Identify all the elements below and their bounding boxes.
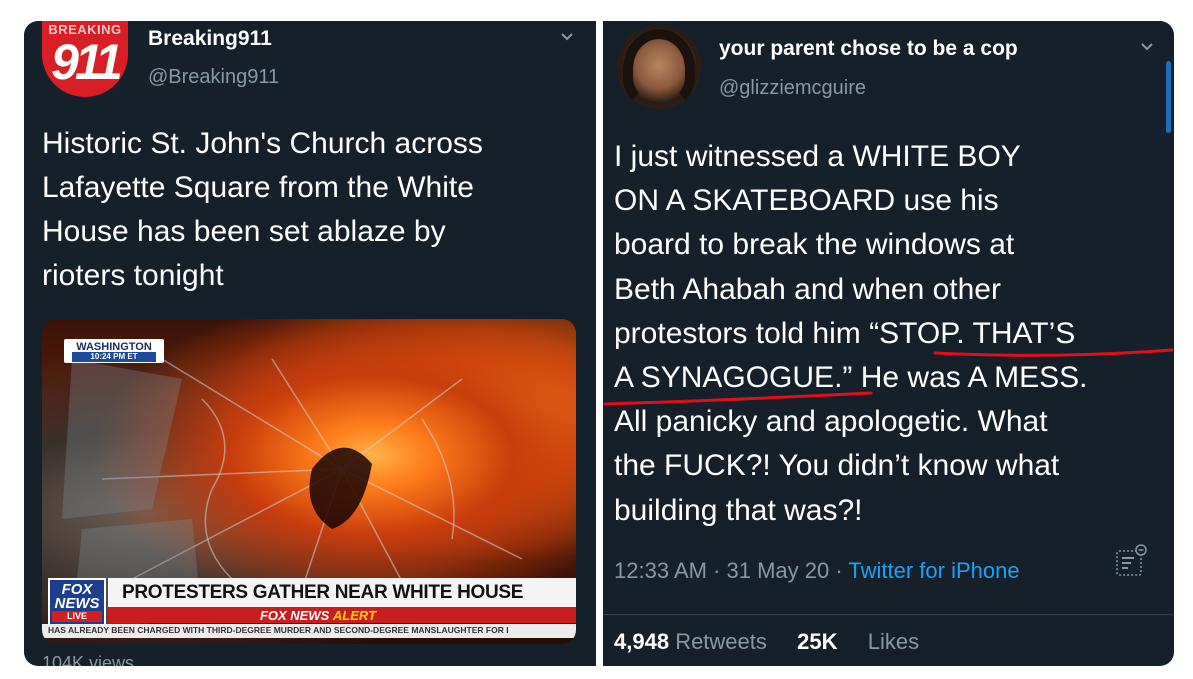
- meta-separator: ·: [829, 558, 849, 583]
- red-underline-annotation: [603, 348, 1174, 406]
- view-count: 104K views: [42, 653, 135, 666]
- analytics-icon[interactable]: [1114, 542, 1148, 578]
- broadcast-time: 10:24 PM ET: [72, 352, 156, 362]
- news-ticker: HAS ALREADY BEEN CHARGED WITH THIRD-DEGR…: [42, 624, 576, 638]
- alert-bar: FOX NEWS ALERT: [108, 607, 576, 623]
- chevron-down-icon[interactable]: [560, 30, 574, 44]
- breaking911-avatar[interactable]: BREAKING 911: [42, 21, 128, 97]
- avatar-hair: [623, 29, 695, 109]
- likes-count[interactable]: 25K: [797, 629, 837, 654]
- meta-separator: ·: [706, 558, 727, 583]
- scrollbar-thumb[interactable]: [1166, 61, 1171, 133]
- logo-number: 911: [51, 34, 123, 90]
- news-lower-third: FOX NEWS LIVE PROTESTERS GATHER NEAR WHI…: [42, 568, 576, 644]
- engagement-stats: 4,948 Retweets 25K Likes: [614, 629, 919, 655]
- location-bug: WASHINGTON 10:24 PM ET: [64, 339, 164, 363]
- right-tweet-card: your parent chose to be a cop @glizziemc…: [603, 21, 1174, 666]
- headline-text: PROTESTERS GATHER NEAR WHITE HOUSE: [122, 582, 524, 603]
- user-avatar[interactable]: [617, 25, 701, 109]
- display-name[interactable]: your parent chose to be a cop: [719, 37, 1018, 61]
- display-name[interactable]: Breaking911: [148, 27, 272, 51]
- divider: [603, 614, 1174, 615]
- alert-brand: FOX NEWS: [259, 608, 330, 623]
- retweets-count[interactable]: 4,948: [614, 629, 669, 654]
- tweet-date: 31 May 20: [726, 558, 830, 583]
- tweet-time: 12:33 AM: [614, 558, 707, 583]
- likes-label[interactable]: Likes: [868, 629, 919, 654]
- alert-text: FOX NEWS ALERT: [108, 608, 528, 623]
- left-tweet-card: BREAKING 911 Breaking911 @Breaking911 Hi…: [24, 21, 596, 666]
- tweet-text: Historic St. John's Church across Lafaye…: [42, 127, 483, 292]
- chevron-down-icon[interactable]: [1140, 40, 1154, 54]
- tweet-source-link[interactable]: Twitter for iPhone: [848, 558, 1019, 583]
- fox-news-logo: FOX NEWS LIVE: [48, 578, 106, 626]
- fox-logo-text: FOX NEWS: [54, 581, 100, 612]
- retweets-label[interactable]: Retweets: [675, 629, 767, 654]
- tweet-meta: 12:33 AM · 31 May 20 · Twitter for iPhon…: [614, 558, 1020, 584]
- handle[interactable]: @glizziemcguire: [719, 77, 866, 100]
- ticker-text: HAS ALREADY BEEN CHARGED WITH THIRD-DEGR…: [48, 625, 509, 635]
- live-badge: LIVE: [52, 611, 102, 622]
- headline-bar: PROTESTERS GATHER NEAR WHITE HOUSE: [108, 578, 576, 607]
- handle[interactable]: @Breaking911: [148, 66, 279, 89]
- tweet-media-image[interactable]: WASHINGTON 10:24 PM ET FOX NEWS LIVE PRO…: [42, 319, 576, 644]
- alert-word: ALERT: [332, 608, 377, 623]
